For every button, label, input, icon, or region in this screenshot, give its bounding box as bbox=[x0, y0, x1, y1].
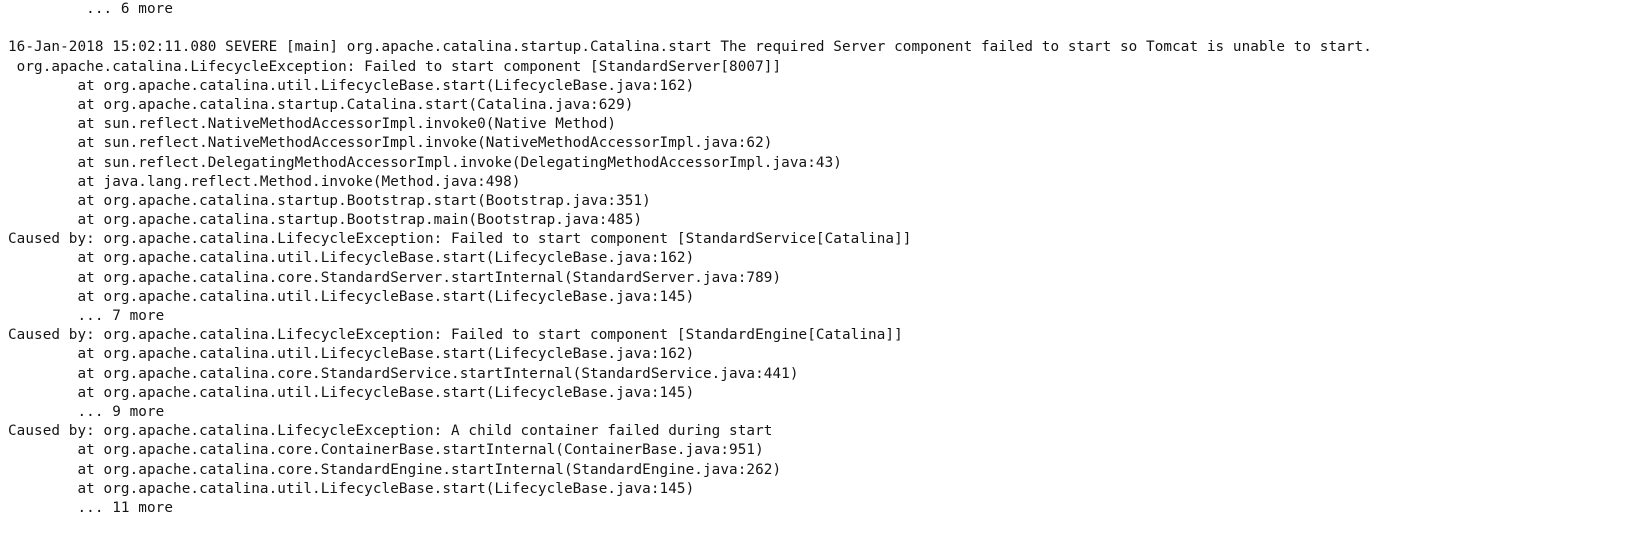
log-line: at org.apache.catalina.util.LifecycleBas… bbox=[8, 288, 695, 305]
log-line: at org.apache.catalina.util.LifecycleBas… bbox=[8, 346, 695, 363]
log-line: at sun.reflect.DelegatingMethodAccessorI… bbox=[8, 154, 842, 171]
log-line: Caused by: org.apache.catalina.Lifecycle… bbox=[8, 423, 773, 440]
log-line: ... 7 more bbox=[8, 308, 165, 324]
log-line: ... 11 more bbox=[8, 499, 174, 516]
log-line: at org.apache.catalina.util.LifecycleBas… bbox=[8, 250, 695, 267]
log-line: at org.apache.catalina.util.LifecycleBas… bbox=[8, 77, 695, 94]
log-line: at org.apache.catalina.startup.Bootstrap… bbox=[8, 212, 643, 229]
log-line: at org.apache.catalina.core.StandardServ… bbox=[8, 269, 782, 286]
log-line: org.apache.catalina.LifecycleException: … bbox=[8, 58, 782, 75]
log-line: at org.apache.catalina.startup.Catalina.… bbox=[8, 96, 634, 113]
log-line: ... 6 more bbox=[8, 1, 174, 17]
log-line: ... 9 more bbox=[8, 403, 165, 420]
log-line-list: ... 6 more 16-Jan-2018 15:02:11.080 SEVER… bbox=[8, 0, 1372, 518]
log-line: at org.apache.catalina.core.ContainerBas… bbox=[8, 442, 764, 459]
log-line: at org.apache.catalina.util.LifecycleBas… bbox=[8, 384, 695, 401]
log-line: at java.lang.reflect.Method.invoke(Metho… bbox=[8, 173, 521, 190]
log-line: Caused by: org.apache.catalina.Lifecycle… bbox=[8, 327, 903, 344]
log-line: at org.apache.catalina.util.LifecycleBas… bbox=[8, 480, 695, 497]
log-output-pane[interactable]: ... 6 more 16-Jan-2018 15:02:11.080 SEVER… bbox=[0, 0, 1635, 550]
log-line: Caused by: org.apache.catalina.Lifecycle… bbox=[8, 231, 912, 248]
log-line: at sun.reflect.NativeMethodAccessorImpl.… bbox=[8, 116, 617, 133]
log-line: at org.apache.catalina.core.StandardEngi… bbox=[8, 461, 782, 478]
log-line: at sun.reflect.NativeMethodAccessorImpl.… bbox=[8, 135, 773, 152]
log-line: at org.apache.catalina.startup.Bootstrap… bbox=[8, 192, 651, 209]
log-line: at org.apache.catalina.core.StandardServ… bbox=[8, 365, 799, 382]
log-line: 16-Jan-2018 15:02:11.080 SEVERE [main] o… bbox=[8, 39, 1372, 56]
